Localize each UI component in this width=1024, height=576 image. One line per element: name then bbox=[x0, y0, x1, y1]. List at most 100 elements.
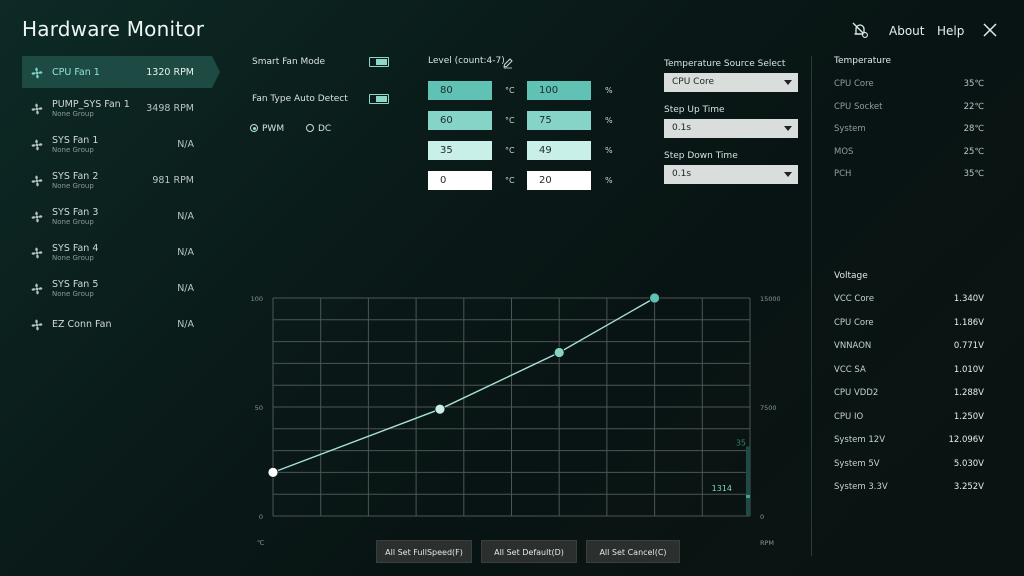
voltage-value: 1.340V bbox=[953, 294, 984, 304]
step-down-select[interactable]: 0.1s bbox=[664, 165, 798, 184]
voltage-value: 12.096V bbox=[948, 435, 984, 445]
fan-icon bbox=[31, 211, 43, 223]
help-button[interactable]: Help bbox=[937, 24, 964, 38]
fan-icon bbox=[31, 247, 43, 259]
fan-name: PUMP_SYS Fan 1 bbox=[52, 98, 130, 110]
voltage-row: System 12V 12.096V bbox=[834, 435, 984, 445]
pwm-label: PWM bbox=[262, 124, 285, 134]
smart-fan-mode-label: Smart Fan Mode bbox=[252, 57, 326, 67]
curve-point[interactable] bbox=[434, 403, 446, 415]
fan-icon-wrap bbox=[30, 65, 44, 79]
pwm-radio[interactable]: PWM bbox=[250, 124, 284, 134]
voltage-name: CPU IO bbox=[834, 411, 864, 422]
level-temp-input[interactable]: 0 bbox=[428, 171, 492, 190]
chart-grid bbox=[272, 297, 751, 517]
fan-rpm: 981 RPM bbox=[152, 174, 194, 186]
fan-item[interactable]: SYS Fan 1 None Group N/A bbox=[22, 126, 212, 162]
fan-icon-wrap bbox=[30, 173, 44, 187]
voltage-row: VCC Core 1.340V bbox=[834, 294, 984, 304]
all-set-fullspeed-button[interactable]: All Set FullSpeed(F) bbox=[376, 540, 472, 563]
voltage-name: System 12V bbox=[834, 435, 886, 445]
voltage-row: VNNAON 0.771V bbox=[834, 341, 984, 351]
curve-point[interactable] bbox=[267, 466, 279, 478]
deg-unit: °C bbox=[505, 116, 515, 125]
fan-item[interactable]: EZ Conn Fan N/A bbox=[22, 306, 212, 342]
fan-icon-wrap bbox=[30, 101, 44, 115]
pencil-icon bbox=[503, 58, 513, 69]
level-percent-input[interactable]: 20 bbox=[527, 171, 591, 190]
fan-name: SYS Fan 3 bbox=[52, 206, 99, 218]
level-temp-input[interactable]: 35 bbox=[428, 141, 492, 160]
fan-group: None Group bbox=[52, 289, 94, 298]
y-tick-label: 50 bbox=[255, 404, 263, 412]
chevron-down-icon bbox=[784, 80, 792, 85]
all-set-cancel-button[interactable]: All Set Cancel(C) bbox=[586, 540, 680, 563]
temperature-row: System 28℃ bbox=[834, 124, 984, 134]
voltage-value: 1.010V bbox=[953, 364, 984, 375]
fan-icon bbox=[31, 67, 43, 79]
step-up-label: Step Up Time bbox=[664, 105, 725, 115]
current-temp-bar bbox=[746, 446, 750, 516]
percent-unit: % bbox=[605, 146, 613, 155]
close-button[interactable] bbox=[976, 16, 1004, 44]
temperature-title: Temperature bbox=[834, 56, 892, 66]
x-unit-label: ℃ bbox=[257, 539, 264, 545]
temperature-value: 25℃ bbox=[963, 146, 984, 157]
y-tick-label: 0 bbox=[259, 513, 263, 521]
level-temp-input[interactable]: 80 bbox=[428, 81, 492, 100]
temp-source-select[interactable]: CPU Core bbox=[664, 73, 798, 92]
temperature-row: CPU Socket 22℃ bbox=[834, 102, 984, 112]
level-percent-input[interactable]: 75 bbox=[527, 111, 591, 130]
bell-slash-gear-icon bbox=[852, 22, 868, 38]
fan-group: None Group bbox=[52, 253, 94, 262]
percent-unit: % bbox=[605, 176, 613, 185]
voltage-row: CPU Core 1.186V bbox=[834, 318, 984, 328]
all-set-default-button[interactable]: All Set Default(D) bbox=[481, 540, 577, 563]
notification-settings-button[interactable] bbox=[846, 16, 874, 44]
about-button[interactable]: About bbox=[889, 24, 924, 38]
curve-point[interactable] bbox=[649, 292, 661, 304]
level-percent-input[interactable]: 49 bbox=[527, 141, 591, 160]
fan-text: SYS Fan 4 None Group bbox=[52, 243, 98, 262]
current-rpm-label: 1314 bbox=[712, 484, 732, 493]
temperature-value: 28℃ bbox=[963, 124, 984, 134]
voltage-value: 1.250V bbox=[953, 411, 984, 422]
temperature-value: 35℃ bbox=[963, 169, 984, 179]
step-up-select[interactable]: 0.1s bbox=[664, 119, 798, 138]
fan-item[interactable]: PUMP_SYS Fan 1 None Group 3498 RPM bbox=[22, 90, 212, 126]
current-temp-label: 35 bbox=[736, 439, 746, 448]
fan-group: None Group bbox=[52, 109, 94, 118]
voltage-row: CPU VDD2 1.288V bbox=[834, 388, 984, 398]
deg-unit: °C bbox=[505, 146, 515, 155]
fan-item[interactable]: SYS Fan 2 None Group 981 RPM bbox=[22, 162, 212, 198]
dc-radio[interactable]: DC bbox=[306, 124, 331, 134]
edit-level-button[interactable] bbox=[502, 54, 514, 73]
fan-group: None Group bbox=[52, 217, 94, 226]
fan-item[interactable]: CPU Fan 1 1320 RPM bbox=[22, 56, 220, 88]
level-temp-input[interactable]: 60 bbox=[428, 111, 492, 130]
fan-name: SYS Fan 1 bbox=[52, 134, 99, 146]
level-percent-input[interactable]: 100 bbox=[527, 81, 591, 100]
y2-tick-label: 7500 bbox=[760, 404, 777, 412]
voltage-value: 1.288V bbox=[953, 388, 984, 398]
voltage-name: System 3.3V bbox=[834, 482, 888, 492]
fan-item[interactable]: SYS Fan 5 None Group N/A bbox=[22, 270, 212, 306]
fan-icon-wrap bbox=[30, 245, 44, 259]
fan-icon bbox=[31, 283, 43, 295]
temp-source-value: CPU Core bbox=[672, 77, 714, 87]
curve-point[interactable] bbox=[553, 347, 565, 358]
fan-type-auto-detect-toggle[interactable] bbox=[369, 94, 389, 104]
fan-rpm: N/A bbox=[177, 282, 194, 294]
fan-icon-wrap bbox=[30, 281, 44, 295]
voltage-row: System 5V 5.030V bbox=[834, 459, 984, 469]
voltage-title: Voltage bbox=[834, 271, 868, 281]
fan-curve-chart[interactable]: 100 50 0 15000 7500 0 ℃ RPM 35 1314 bbox=[240, 290, 780, 545]
current-rpm-bar bbox=[746, 494, 750, 498]
smart-fan-mode-toggle[interactable] bbox=[369, 57, 389, 67]
voltage-name: VCC Core bbox=[834, 294, 875, 304]
fan-item[interactable]: SYS Fan 3 None Group N/A bbox=[22, 198, 212, 234]
voltage-name: CPU VDD2 bbox=[834, 388, 879, 398]
fan-name: SYS Fan 5 bbox=[52, 278, 99, 290]
temperature-name: CPU Socket bbox=[834, 101, 883, 112]
fan-item[interactable]: SYS Fan 4 None Group N/A bbox=[22, 234, 212, 270]
